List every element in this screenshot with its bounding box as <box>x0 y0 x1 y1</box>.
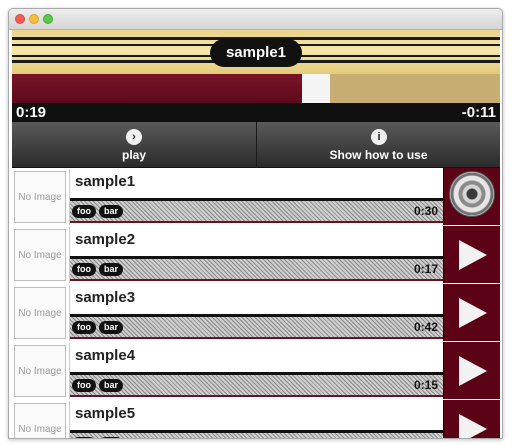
window-titlebar <box>9 9 502 30</box>
now-playing-header: sample1 <box>12 30 500 74</box>
track-tag[interactable]: bar <box>99 321 124 334</box>
track-duration: 0:15 <box>413 378 438 392</box>
speaker-icon <box>449 171 495 217</box>
track-title: sample5 <box>70 401 443 430</box>
progress-played <box>12 74 302 103</box>
track-duration: 0:17 <box>413 262 438 276</box>
track-meta: foo bar 0:15 <box>70 372 443 397</box>
track-title: sample2 <box>70 227 443 256</box>
track-thumbnail: No Image <box>14 403 66 438</box>
play-button[interactable]: › play <box>12 122 256 168</box>
track-thumbnail: No Image <box>14 229 66 281</box>
play-icon <box>459 298 487 328</box>
track-row[interactable]: No Image sample2 foo bar 0:17 <box>12 226 500 283</box>
minimize-window-button[interactable] <box>29 14 39 24</box>
track-duration: 0:42 <box>413 320 438 334</box>
track-info: sample3 foo bar 0:42 <box>69 285 443 341</box>
track-tag[interactable]: foo <box>72 379 96 392</box>
track-info: sample2 foo bar 0:17 <box>69 227 443 283</box>
player-content: sample1 0:19 -0:11 › play i Show how to … <box>12 30 500 438</box>
now-playing-button[interactable] <box>443 168 500 225</box>
track-tag[interactable]: foo <box>72 321 96 334</box>
play-label: play <box>121 148 146 162</box>
elapsed-time: 0:19 <box>16 104 47 121</box>
track-row[interactable]: No Imagesample5foobar <box>12 400 500 438</box>
progress-handle[interactable] <box>302 74 330 103</box>
track-title: sample4 <box>70 343 443 372</box>
track-thumbnail: No Image <box>14 287 66 339</box>
track-tag[interactable]: foo <box>72 263 96 276</box>
track-thumbnail: No Image <box>14 171 66 223</box>
play-track-button[interactable] <box>443 342 500 399</box>
track-info: sample4 foo bar 0:15 <box>69 343 443 399</box>
close-window-button[interactable] <box>15 14 25 24</box>
chevron-right-icon: › <box>126 129 142 145</box>
track-meta: foo bar 0:30 <box>70 198 443 223</box>
play-icon <box>459 356 487 386</box>
time-readout: 0:19 -0:11 <box>12 103 500 122</box>
play-track-button[interactable] <box>443 400 500 438</box>
track-info: sample5foobar <box>69 401 443 438</box>
track-meta: foo bar 0:42 <box>70 314 443 339</box>
play-icon <box>459 414 487 438</box>
track-tag[interactable]: bar <box>99 379 124 392</box>
track-tag[interactable]: foo <box>72 437 96 438</box>
play-track-button[interactable] <box>443 284 500 341</box>
track-meta: foo bar 0:17 <box>70 256 443 281</box>
play-icon <box>459 240 487 270</box>
track-info: sample1 foo bar 0:30 <box>69 169 443 225</box>
track-row[interactable]: No Image sample3 foo bar 0:42 <box>12 284 500 341</box>
now-playing-title: sample1 <box>210 39 302 67</box>
track-tag[interactable]: bar <box>99 437 124 438</box>
track-row[interactable]: No Image sample4 foo bar 0:15 <box>12 342 500 399</box>
track-tag[interactable]: foo <box>72 205 96 218</box>
show-how-to-use-button[interactable]: i Show how to use <box>256 122 500 168</box>
maximize-window-button[interactable] <box>43 14 53 24</box>
track-thumbnail: No Image <box>14 345 66 397</box>
track-list: No Image sample1 foo bar 0:30 No Image sample2… <box>12 168 500 438</box>
remaining-time: -0:11 <box>461 104 496 121</box>
track-meta: foobar <box>70 430 443 438</box>
info-icon: i <box>371 129 387 145</box>
track-tag[interactable]: bar <box>99 205 124 218</box>
track-title: sample3 <box>70 285 443 314</box>
play-track-button[interactable] <box>443 226 500 283</box>
track-duration: 0:30 <box>413 204 438 218</box>
playback-progress-bar[interactable] <box>12 74 500 103</box>
app-window: sample1 0:19 -0:11 › play i Show how to … <box>8 8 503 439</box>
track-row[interactable]: No Image sample1 foo bar 0:30 <box>12 168 500 225</box>
toolbar: › play i Show how to use <box>12 122 500 168</box>
track-title: sample1 <box>70 169 443 198</box>
show-how-to-use-label: Show how to use <box>329 148 428 162</box>
track-tag[interactable]: bar <box>99 263 124 276</box>
